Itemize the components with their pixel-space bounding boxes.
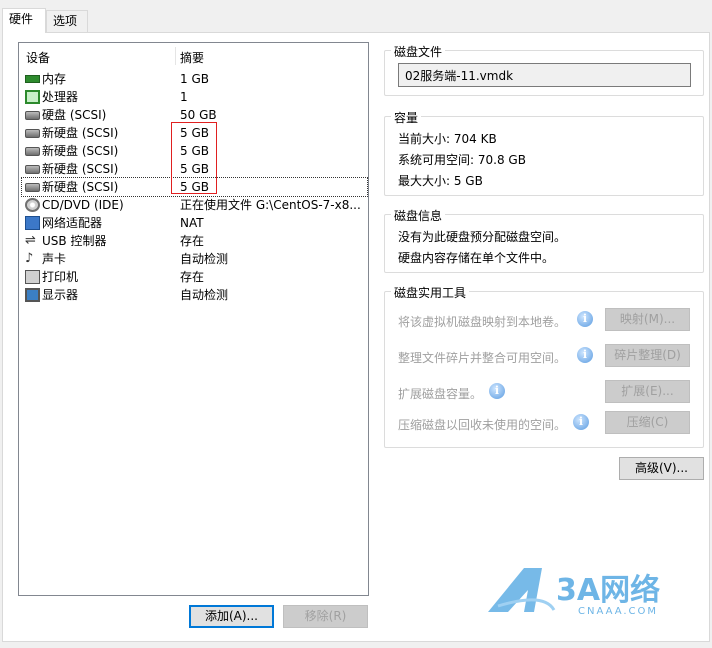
group-title: 磁盘实用工具 xyxy=(391,284,470,301)
device-summary: 1 GB xyxy=(180,72,209,86)
device-name: 新硬盘 (SCSI) xyxy=(42,180,119,194)
storage-text: 硬盘内容存储在单个文件中。 xyxy=(398,251,555,265)
column-header-device[interactable]: 设备 xyxy=(26,49,50,66)
tab-options[interactable]: 选项 xyxy=(46,10,88,32)
device-row-network-adapter[interactable]: 网络适配器 NAT xyxy=(22,214,367,232)
watermark-domain: CNAAA.COM xyxy=(578,606,658,617)
defrag-button[interactable]: 碎片整理(D) xyxy=(605,344,690,367)
device-name: 打印机 xyxy=(42,270,79,284)
hard-disk-icon xyxy=(25,111,40,120)
info-icon[interactable]: i xyxy=(489,383,505,399)
memory-icon xyxy=(25,75,40,83)
map-description: 将该虚拟机磁盘映射到本地卷。 xyxy=(398,315,567,329)
tab-hardware[interactable]: 硬件 xyxy=(2,8,46,33)
device-summary: 50 GB xyxy=(180,108,217,122)
device-row-printer[interactable]: 打印机 存在 xyxy=(22,268,367,286)
disk-file-path-field[interactable]: 02服务端-11.vmdk xyxy=(398,63,691,87)
device-row-processor[interactable]: 处理器 1 xyxy=(22,88,367,106)
available-space-text: 系统可用空间: 70.8 GB xyxy=(398,153,526,167)
hard-disk-icon xyxy=(25,165,40,174)
device-summary: 自动检测 xyxy=(180,288,229,302)
group-title: 磁盘文件 xyxy=(391,43,446,60)
device-name: 新硬盘 (SCSI) xyxy=(42,162,119,176)
expand-button[interactable]: 扩展(E)... xyxy=(605,380,690,403)
preallocation-text: 没有为此硬盘预分配磁盘空间。 xyxy=(398,230,567,244)
info-icon[interactable]: i xyxy=(577,347,593,363)
device-name: CD/DVD (IDE) xyxy=(42,198,124,212)
capacity-group: 容量 当前大小: 704 KB 系统可用空间: 70.8 GB 最大大小: 5 … xyxy=(384,109,704,196)
remove-button[interactable]: 移除(R) xyxy=(283,605,368,628)
device-row-memory[interactable]: 内存 1 GB xyxy=(22,70,367,88)
hard-disk-icon xyxy=(25,129,40,138)
disk-utilities-group: 磁盘实用工具 将该虚拟机磁盘映射到本地卷。 i 映射(M)... 整理文件碎片并… xyxy=(384,284,704,448)
hard-disk-icon xyxy=(25,183,40,192)
info-icon[interactable]: i xyxy=(577,311,593,327)
tab-bar: 硬件 选项 xyxy=(0,0,712,33)
device-row-cd-dvd[interactable]: CD/DVD (IDE) 正在使用文件 G:\CentOS-7-x8... xyxy=(22,196,367,214)
printer-icon xyxy=(25,270,40,284)
add-button[interactable]: 添加(A)... xyxy=(189,605,274,628)
compact-description: 压缩磁盘以回收未使用的空间。 xyxy=(398,418,567,432)
device-name: 声卡 xyxy=(42,252,67,266)
expand-description: 扩展磁盘容量。 xyxy=(398,387,483,401)
device-summary: 存在 xyxy=(180,270,205,284)
hard-disk-icon xyxy=(25,147,40,156)
disk-file-group: 磁盘文件 02服务端-11.vmdk xyxy=(384,43,704,96)
sound-card-icon: ♪ xyxy=(25,251,34,266)
cd-dvd-icon xyxy=(25,198,40,212)
device-row-sound-card[interactable]: ♪ 声卡 自动检测 xyxy=(22,250,367,268)
device-row-display[interactable]: 显示器 自动检测 xyxy=(22,286,367,304)
device-name: 网络适配器 xyxy=(42,216,103,230)
map-button[interactable]: 映射(M)... xyxy=(605,308,690,331)
max-size-text: 最大大小: 5 GB xyxy=(398,174,483,188)
processor-icon xyxy=(25,90,40,104)
device-name: 硬盘 (SCSI) xyxy=(42,108,107,122)
device-name: 内存 xyxy=(42,72,67,86)
column-header-summary[interactable]: 摘要 xyxy=(180,49,204,66)
group-title: 磁盘信息 xyxy=(391,207,446,224)
watermark-logo: 3A网络 CNAAA.COM xyxy=(484,562,684,618)
group-title: 容量 xyxy=(391,109,422,126)
advanced-button[interactable]: 高级(V)... xyxy=(619,457,704,480)
compact-button[interactable]: 压缩(C) xyxy=(605,411,690,434)
device-name: 新硬盘 (SCSI) xyxy=(42,144,119,158)
device-name: 处理器 xyxy=(42,90,79,104)
watermark-text: 3A网络 xyxy=(556,573,660,608)
column-separator[interactable] xyxy=(175,47,176,65)
device-summary: 正在使用文件 G:\CentOS-7-x8... xyxy=(180,198,361,212)
device-summary: 存在 xyxy=(180,234,205,248)
current-size-text: 当前大小: 704 KB xyxy=(398,132,497,146)
device-name: 显示器 xyxy=(42,288,79,302)
device-name: 新硬盘 (SCSI) xyxy=(42,126,119,140)
device-summary: NAT xyxy=(180,216,204,230)
display-icon xyxy=(25,288,40,302)
usb-controller-icon: ⇌ xyxy=(25,233,36,248)
device-name: USB 控制器 xyxy=(42,234,107,248)
network-adapter-icon xyxy=(25,216,40,230)
highlight-box xyxy=(171,122,217,194)
disk-info-group: 磁盘信息 没有为此硬盘预分配磁盘空间。 硬盘内容存储在单个文件中。 xyxy=(384,207,704,273)
device-summary: 1 xyxy=(180,90,188,104)
defrag-description: 整理文件碎片并整合可用空间。 xyxy=(398,351,567,365)
device-row-usb-controller[interactable]: ⇌ USB 控制器 存在 xyxy=(22,232,367,250)
info-icon[interactable]: i xyxy=(573,414,589,430)
device-summary: 自动检测 xyxy=(180,252,229,266)
